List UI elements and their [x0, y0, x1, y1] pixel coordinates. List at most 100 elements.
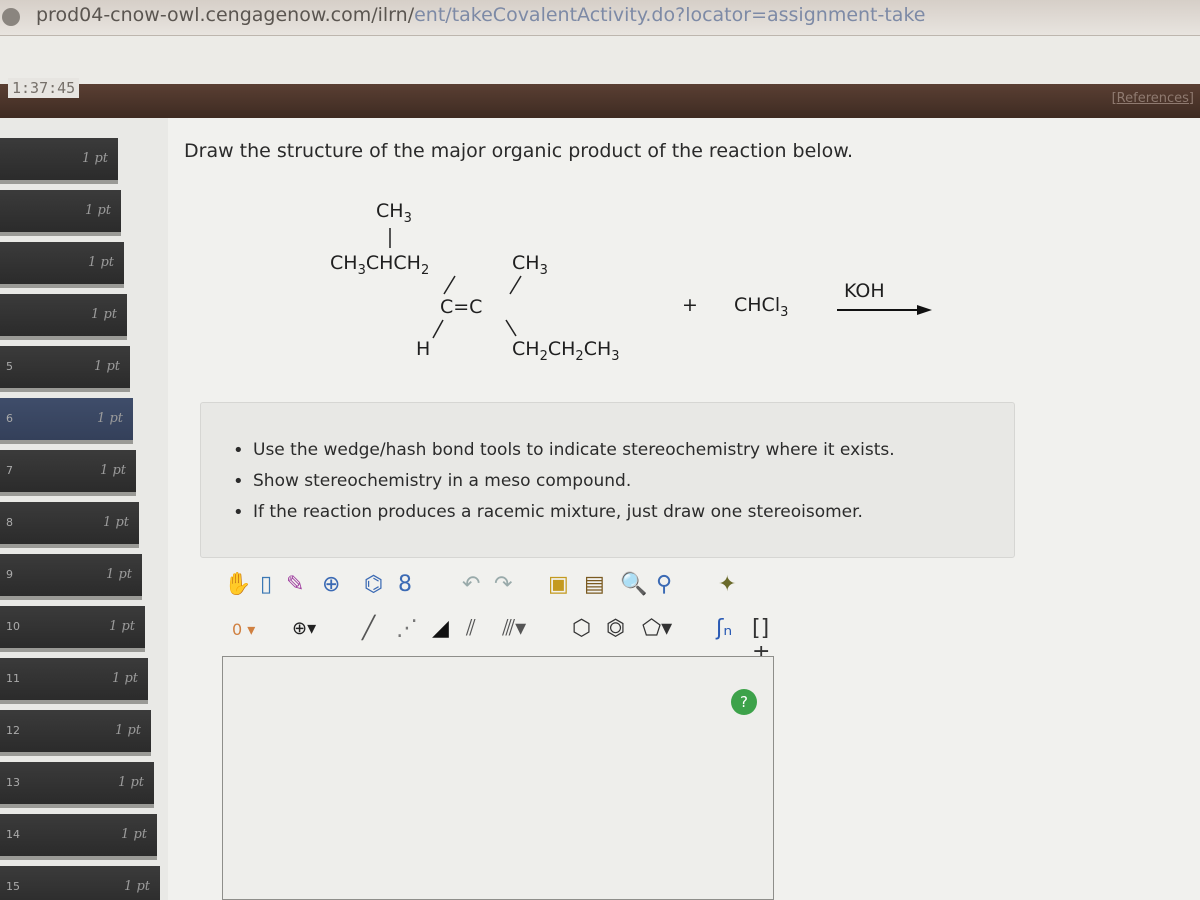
header-bar	[0, 84, 1200, 118]
drawing-canvas[interactable]	[222, 656, 774, 900]
question-points: 1 pt	[85, 203, 111, 218]
instructions-list: Use the wedge/hash bond tools to indicat…	[233, 435, 895, 528]
site-icon	[2, 8, 20, 26]
question-nav-item[interactable]: 14 1 pt	[0, 814, 157, 860]
hexagon-ring-icon[interactable]: ⬡	[572, 616, 591, 641]
ring-template-icon[interactable]: ⌬	[364, 572, 383, 597]
question-number: 14	[6, 828, 20, 841]
pencil-icon[interactable]: ✎	[286, 572, 304, 597]
triple-bond-icon[interactable]: ⫻▾	[502, 616, 526, 641]
bond-hydrogen	[432, 319, 444, 339]
question-number: 10	[6, 620, 20, 633]
question-sidebar: 1 pt 1 pt 1 pt 1 pt 5 1 pt 6 1 pt 7 1 pt 8 1 pt 9 1 p…	[0, 138, 160, 900]
drawing-toolbar: ✋ ▯ ✎ ⊕ ⌬ 8 ↶ ↷ ▣ ▤ 🔍 ⚲ ✦ 0 ▾ ⊕▾ ╱ ⋰ ◢ ⫽…	[222, 570, 782, 666]
question-nav-item[interactable]: 11 1 pt	[0, 658, 148, 704]
help-button[interactable]: ?	[731, 689, 757, 715]
clean-icon[interactable]: ✦	[718, 572, 736, 597]
timer: 1:37:45	[8, 78, 80, 98]
reaction-arrow-head	[917, 305, 932, 315]
question-nav-item[interactable]: 15 1 pt	[0, 866, 160, 900]
question-points: 1 pt	[109, 619, 135, 634]
instruction-item: If the reaction produces a racemic mixtu…	[233, 497, 895, 528]
eraser-icon[interactable]: ▯	[260, 572, 272, 597]
paste-icon[interactable]: ▤	[584, 572, 605, 597]
url-host: prod04-cnow-owl.cengagenow.com/ilrn/	[36, 4, 415, 26]
zoom-out-icon[interactable]: ⚲	[656, 572, 672, 597]
bond-left-chain	[443, 275, 456, 295]
question-nav-item[interactable]: 1 pt	[0, 294, 127, 340]
right-methyl: CH3	[512, 252, 548, 278]
top-strip	[0, 36, 1200, 86]
question-number: 5	[6, 360, 13, 373]
question-points: 1 pt	[115, 723, 141, 738]
chain-icon[interactable]: 8	[398, 572, 412, 597]
plus-sign: +	[682, 294, 698, 316]
question-nav-item[interactable]: 1 pt	[0, 138, 118, 184]
reagent: CHCl3	[734, 294, 789, 320]
question-points: 1 pt	[124, 879, 150, 894]
question-number: 12	[6, 724, 20, 737]
copy-icon[interactable]: ▣	[548, 572, 569, 597]
question-points: 1 pt	[91, 307, 117, 322]
hand-tool-icon[interactable]: ✋	[224, 572, 251, 597]
references-link[interactable]: [References]	[1112, 91, 1194, 106]
charge-value: 0	[232, 620, 243, 639]
left-chain: CH3CHCH2	[330, 252, 430, 278]
double-bond-icon[interactable]: ⫽	[466, 616, 476, 641]
single-bond-icon[interactable]: ╱	[362, 616, 375, 641]
question-number: 15	[6, 880, 20, 893]
question-number: 8	[6, 516, 13, 529]
question-nav-item[interactable]: 5 1 pt	[0, 346, 130, 392]
question-number: 11	[6, 672, 20, 685]
question-nav-item[interactable]: 13 1 pt	[0, 762, 154, 808]
url-path: ent/takeCovalentActivity.do?locator=assi…	[414, 4, 926, 26]
hash-bond-icon[interactable]: ⋰	[396, 616, 418, 641]
question-number: 6	[6, 412, 13, 425]
question-nav-item[interactable]: 9 1 pt	[0, 554, 142, 600]
sgroup-icon[interactable]: ʃₙ	[716, 616, 732, 641]
undo-icon[interactable]: ↶	[462, 572, 480, 597]
bond-lines	[389, 228, 932, 339]
bond-right-chain	[505, 319, 517, 337]
add-charge-icon[interactable]: ⊕▾	[292, 618, 316, 639]
instruction-item: Use the wedge/hash bond tools to indicat…	[233, 435, 895, 466]
question-points: 1 pt	[106, 567, 132, 582]
reaction-condition: KOH	[844, 280, 885, 302]
question-points: 1 pt	[118, 775, 144, 790]
question-points: 1 pt	[112, 671, 138, 686]
benzene-ring-icon[interactable]: ⏣	[606, 616, 625, 641]
template-icon[interactable]: ⊕	[322, 572, 340, 597]
question-nav-item[interactable]: 7 1 pt	[0, 450, 136, 496]
question-points: 1 pt	[88, 255, 114, 270]
question-nav-item[interactable]: 12 1 pt	[0, 710, 151, 756]
question-nav-item[interactable]: 6 1 pt	[0, 398, 133, 444]
bond-right-methyl	[509, 275, 522, 295]
question-number: 13	[6, 776, 20, 789]
redo-icon[interactable]: ↷	[494, 572, 512, 597]
question-number: 9	[6, 568, 13, 581]
instructions-box: Use the wedge/hash bond tools to indicat…	[200, 402, 1015, 558]
zoom-in-icon[interactable]: 🔍	[620, 572, 647, 597]
question-points: 1 pt	[97, 411, 123, 426]
instruction-item: Show stereochemistry in a meso compound.	[233, 466, 895, 497]
question-prompt: Draw the structure of the major organic …	[184, 140, 854, 162]
question-nav-item[interactable]: 10 1 pt	[0, 606, 145, 652]
wedge-bond-icon[interactable]: ◢	[432, 616, 449, 641]
question-nav-item[interactable]: 1 pt	[0, 242, 124, 288]
right-chain: CH2CH2CH3	[512, 338, 620, 364]
hydrogen-atom: H	[416, 338, 431, 360]
question-number: 7	[6, 464, 13, 477]
question-points: 1 pt	[103, 515, 129, 530]
pentagon-ring-icon[interactable]: ⬠▾	[642, 616, 672, 641]
question-points: 1 pt	[100, 463, 126, 478]
question-points: 1 pt	[82, 151, 108, 166]
double-bond-carbons: C=C	[440, 296, 483, 318]
question-nav-item[interactable]: 8 1 pt	[0, 502, 139, 548]
url-text[interactable]: prod04-cnow-owl.cengagenow.com/ilrn/ent/…	[36, 4, 925, 26]
charge-selector[interactable]: 0 ▾	[232, 620, 255, 639]
question-points: 1 pt	[94, 359, 120, 374]
question-nav-item[interactable]: 1 pt	[0, 190, 121, 236]
browser-url-bar[interactable]: prod04-cnow-owl.cengagenow.com/ilrn/ent/…	[0, 0, 1200, 36]
reaction-scheme: CH3 CH3CHCH2 CH3 C=C H CH2CH2CH3 + CHCl3…	[300, 190, 1000, 380]
question-points: 1 pt	[121, 827, 147, 842]
